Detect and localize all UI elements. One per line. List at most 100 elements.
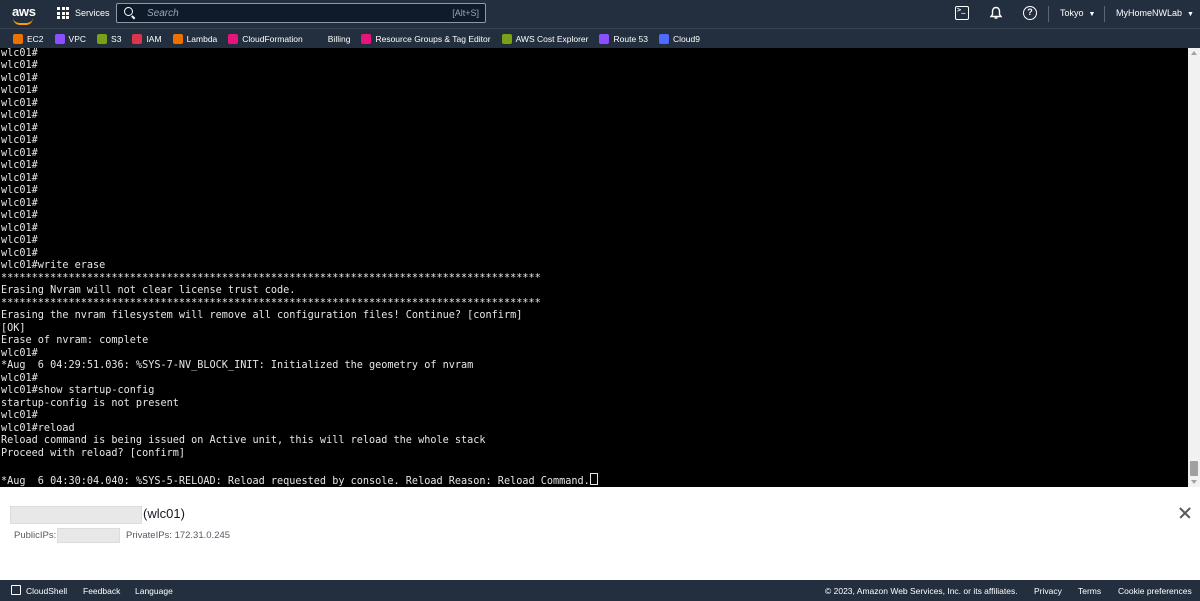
nav-divider [1104,6,1105,22]
aws-logo-text: aws [12,4,36,19]
bell-icon[interactable] [989,6,1003,20]
favorite-iam[interactable]: IAM [132,33,162,44]
top-navigation-bar: aws Services [Alt+S] ? Tokyo ▼ MyHomeNWLa… [0,0,1200,28]
public-ips-label: PublicIPs: [14,530,57,541]
terminal-line: wlc01# [1,347,38,359]
vpc-icon [54,33,65,44]
terminal-line: Erasing the nvram filesystem will remove… [1,310,523,321]
favorite-label: S3 [111,33,122,44]
footer-terms-link[interactable]: Terms [1078,586,1101,596]
favorite-cloud9[interactable]: Cloud9 [658,33,700,44]
scroll-thumb[interactable] [1190,461,1198,476]
cloudshell-icon[interactable] [955,6,969,20]
search-icon [124,7,136,19]
footer-cookie-preferences-link[interactable]: Cookie preferences [1118,586,1192,596]
favorite-label: IAM [146,33,162,44]
terminal-line: wlc01#write erase [1,260,106,271]
footer-language-link[interactable]: Language [135,586,173,596]
footer-copyright: © 2023, Amazon Web Services, Inc. or its… [825,586,1018,596]
terminal-line: Erase of nvram: complete [1,335,149,346]
footer-feedback-link[interactable]: Feedback [83,586,120,596]
favorite-label: EC2 [27,33,44,44]
close-icon[interactable] [1178,506,1192,520]
terminal-line: wlc01# [1,247,38,259]
favorite-lambda[interactable]: Lambda [172,33,218,44]
private-ips: PrivateIPs: 172.31.0.245 [126,530,231,541]
instance-info-panel: (wlc01) PublicIPs: PrivateIPs: 172.31.0.… [0,487,1200,580]
cloudshell-icon[interactable] [11,585,21,595]
favorite-label: AWS Cost Explorer [515,33,589,44]
chevron-down-icon: ▼ [1088,11,1096,18]
favorite-label: Cloud9 [672,33,700,44]
instance-name: (wlc01) [143,506,185,521]
terminal-line: startup-config is not present [1,397,179,409]
terminal-scrollbar[interactable] [1188,48,1200,487]
route53-icon [599,33,610,44]
terminal-line: wlc01#show startup-config [1,385,155,396]
account-menu[interactable]: MyHomeNWLab ▼ [1116,8,1194,18]
services-menu-button[interactable]: Services [57,7,110,19]
terminal-line: wlc01# [1,222,38,234]
favorite-billing[interactable]: Billing [313,33,351,44]
terminal-line: wlc01# [1,172,38,184]
terminal-line: *Aug 6 04:29:51.036: %SYS-7-NV_BLOCK_INI… [1,360,474,371]
redacted-instance-id [10,506,142,524]
scroll-up-arrow-icon[interactable] [1191,51,1197,55]
search-box[interactable]: [Alt+S] [116,3,486,23]
cloudformation-icon [228,33,239,44]
terminal-line: *Aug 6 04:30:04.040: %SYS-5-RELOAD: Relo… [1,475,590,487]
favorites-bar: EC2 VPC S3 IAM Lambda CloudFormation Bil… [0,28,1200,48]
s3-icon [97,33,108,44]
favorite-route53[interactable]: Route 53 [599,33,648,44]
redacted-public-ip [57,528,120,543]
terminal-line: [OK] [1,322,26,334]
footer-privacy-link[interactable]: Privacy [1034,586,1062,596]
terminal-line: Erasing Nvram will not clear license tru… [1,285,296,296]
favorite-label: Lambda [186,33,218,44]
terminal-line: wlc01# [1,72,38,84]
account-label: MyHomeNWLab [1116,8,1183,18]
help-icon[interactable]: ? [1023,6,1037,20]
ec2-icon [13,33,23,44]
aws-logo[interactable]: aws [12,4,36,25]
favorite-cloudformation[interactable]: CloudFormation [228,33,303,44]
terminal-line: Proceed with reload? [confirm] [1,447,186,459]
terminal-line: wlc01# [1,147,38,159]
favorite-resource-groups[interactable]: Resource Groups & Tag Editor [361,33,491,44]
footer-bar: CloudShell Feedback Language © 2023, Ama… [0,580,1200,601]
terminal-line: wlc01# [1,135,38,146]
terminal-line: wlc01# [1,185,38,196]
terminal-line: wlc01# [1,122,38,134]
terminal-line: wlc01# [1,110,38,121]
resource-groups-icon [361,33,372,44]
serial-console-terminal[interactable]: wlc01# wlc01# wlc01# wlc01# wlc01# wlc01… [0,48,1188,487]
favorite-vpc[interactable]: VPC [54,33,86,44]
favorite-label: Billing [327,33,351,44]
cloud9-icon [658,33,669,44]
terminal-line: Reload command is being issued on Active… [1,435,486,446]
terminal-line: wlc01# [1,48,38,59]
favorite-ec2[interactable]: EC2 [13,33,44,44]
terminal-line: wlc01#reload [1,422,75,434]
nav-divider [1048,6,1049,22]
terminal-cursor [589,472,598,485]
terminal-line: ****************************************… [1,272,541,284]
aws-logo-smile [13,18,33,25]
search-input[interactable] [145,6,449,20]
terminal-line: wlc01# [1,372,38,384]
favorite-s3[interactable]: S3 [97,33,122,44]
terminal-line: wlc01# [1,210,38,221]
region-selector[interactable]: Tokyo ▼ [1060,8,1095,18]
search-shortcut-hint: [Alt+S] [452,8,479,18]
terminal-line: wlc01# [1,85,38,96]
terminal-output: wlc01# wlc01# wlc01# wlc01# wlc01# wlc01… [1,48,598,487]
terminal-line: wlc01# [1,97,38,109]
region-label: Tokyo [1060,8,1084,18]
favorite-label: Route 53 [613,33,648,44]
favorite-cost-explorer[interactable]: AWS Cost Explorer [501,33,589,44]
footer-cloudshell-link[interactable]: CloudShell [26,586,67,596]
favorite-label: Resource Groups & Tag Editor [375,33,491,44]
terminal-line: wlc01# [1,410,38,421]
scroll-down-arrow-icon[interactable] [1191,480,1197,484]
terminal-line: wlc01# [1,60,38,71]
